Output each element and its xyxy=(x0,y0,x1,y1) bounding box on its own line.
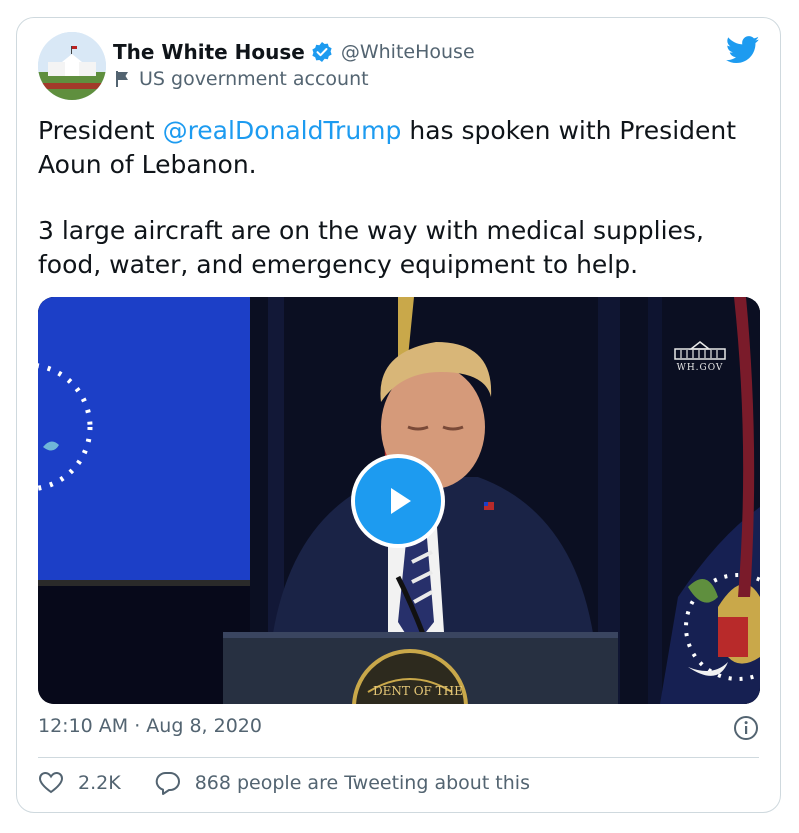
government-flag-icon xyxy=(116,71,128,87)
reply-bubble-icon xyxy=(155,771,180,795)
white-house-avatar xyxy=(38,32,106,100)
tweet-paragraph-1: President @realDonaldTrump has spoken wi… xyxy=(38,114,763,182)
conversation-link[interactable]: 868 people are Tweeting about this xyxy=(155,770,530,796)
action-bar: 2.2K 868 people are Tweeting about this xyxy=(38,770,530,796)
white-house-logo-icon xyxy=(674,341,726,360)
tweet-paragraph-2: 3 large aircraft are on the way with med… xyxy=(38,216,704,279)
conversation-text: 868 people are Tweeting about this xyxy=(194,772,530,794)
mention-link[interactable]: @realDonaldTrump xyxy=(163,116,402,145)
divider xyxy=(38,757,759,758)
account-label-text: US government account xyxy=(139,68,369,90)
wh-gov-watermark: WH.GOV xyxy=(673,339,727,373)
play-button[interactable] xyxy=(351,454,445,548)
tweet-card[interactable]: The White House @WhiteHouse US governmen… xyxy=(16,17,781,813)
seal-text: DENT OF THE xyxy=(373,684,463,698)
avatar[interactable] xyxy=(38,32,106,100)
twitter-bird-icon[interactable] xyxy=(726,36,760,64)
tweet-timestamp[interactable]: 12:10 AM · Aug 8, 2020 xyxy=(38,715,262,737)
author-handle[interactable]: @WhiteHouse xyxy=(341,41,475,63)
verified-badge-icon xyxy=(312,42,332,62)
video-player[interactable]: DENT OF THE WH.GOV xyxy=(38,297,760,704)
watermark-text: WH.GOV xyxy=(676,363,724,373)
tweet-text: President @realDonaldTrump has spoken wi… xyxy=(38,114,763,282)
heart-icon xyxy=(38,771,64,794)
tweet-text-prefix: President xyxy=(38,116,163,145)
author-name[interactable]: The White House xyxy=(113,40,305,64)
like-count: 2.2K xyxy=(78,772,121,794)
play-icon xyxy=(391,488,411,514)
account-label: US government account xyxy=(115,68,369,90)
like-button[interactable]: 2.2K xyxy=(38,770,121,796)
info-icon[interactable] xyxy=(733,715,759,741)
